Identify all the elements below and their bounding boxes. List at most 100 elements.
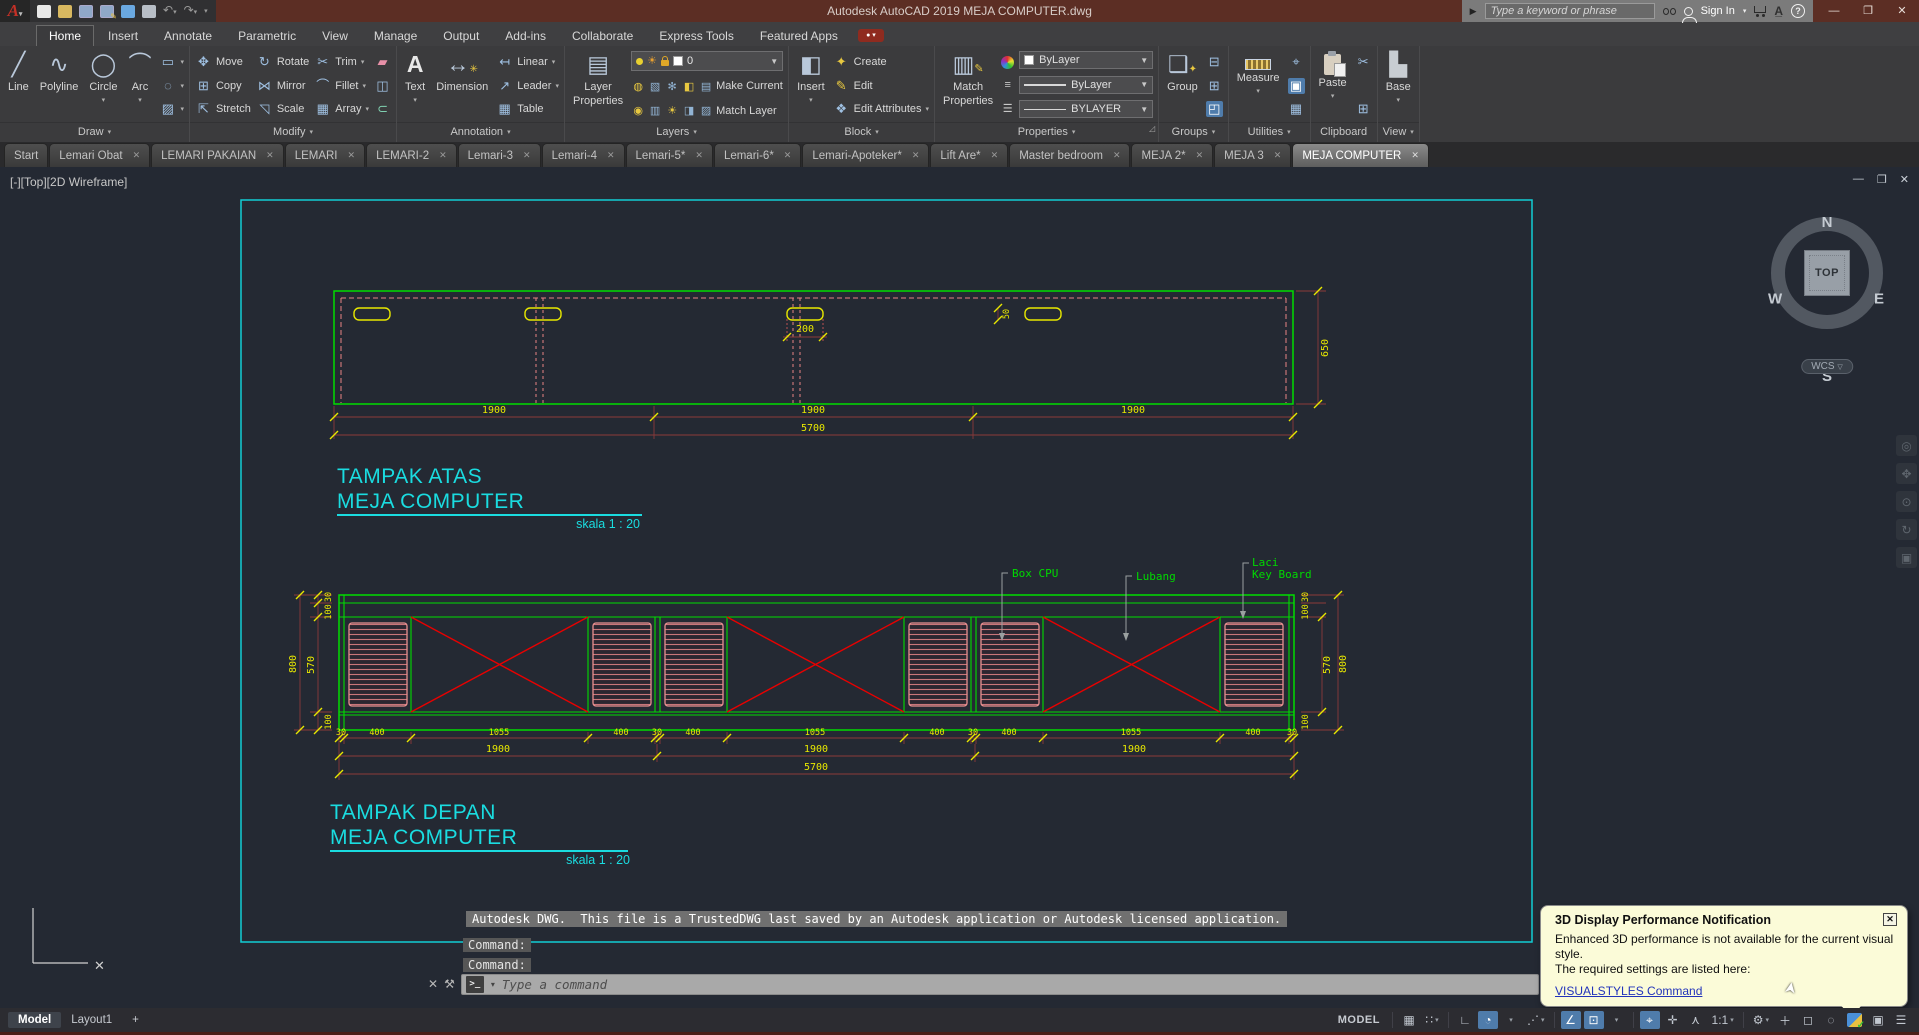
new-layout-button[interactable]: + xyxy=(122,1012,149,1028)
redo-icon[interactable]: ↷▾ xyxy=(184,0,198,24)
lineweight-dropdown[interactable]: ByLayer▼ xyxy=(1019,76,1153,94)
file-tab[interactable]: Lemari-6*✕ xyxy=(714,143,801,167)
file-tab[interactable]: Lemari Obat✕ xyxy=(49,143,150,167)
model-space[interactable]: 200 50 650 1900 1900 1900 5700 TAMPAK AT… xyxy=(0,167,1919,1008)
cut-button[interactable]: ✂ xyxy=(1355,51,1372,73)
ellipse-button[interactable]: ◌▾ xyxy=(159,75,184,97)
sign-in-button[interactable]: Sign In xyxy=(1701,5,1735,17)
file-tab[interactable]: Lemari-5*✕ xyxy=(626,143,713,167)
ribbon-tab-home[interactable]: Home xyxy=(36,25,94,46)
quick-calc-button[interactable]: ▦ xyxy=(1288,98,1305,120)
group-button[interactable]: ❑✦Group xyxy=(1164,49,1201,122)
viewport-controls[interactable]: [-][Top][2D Wireframe] xyxy=(10,175,127,189)
app-store-cart-icon[interactable] xyxy=(1754,6,1766,13)
ribbon-tab-addins[interactable]: Add-ins xyxy=(493,26,558,46)
layer-lock-icon[interactable]: ◧ xyxy=(682,80,696,93)
showmotion-icon[interactable]: ▣ xyxy=(1896,547,1917,568)
create-block-button[interactable]: ✦Create xyxy=(833,51,929,73)
mirror-button[interactable]: ⋈Mirror xyxy=(256,75,309,97)
layer-isolate-icon[interactable]: ▧ xyxy=(648,80,662,93)
layer-properties-button[interactable]: ▤LayerProperties xyxy=(570,49,626,122)
save-as-icon[interactable] xyxy=(100,5,114,18)
linear-button[interactable]: ↤Linear▾ xyxy=(496,51,559,73)
cable-slot[interactable] xyxy=(787,308,823,320)
louver-door[interactable] xyxy=(593,623,651,706)
layer-thaw-all-icon[interactable]: ☀ xyxy=(665,104,679,117)
grid-display-icon[interactable]: ▦ xyxy=(1399,1011,1419,1029)
rotate-button[interactable]: ↻Rotate xyxy=(256,51,309,73)
panel-label-draw[interactable]: Draw▾ xyxy=(0,122,189,142)
file-tab[interactable]: LEMARI✕ xyxy=(285,143,365,167)
ribbon-options-button[interactable]: ● ▾ xyxy=(858,29,884,42)
object-color-dropdown[interactable]: ByLayer▼ xyxy=(1019,51,1153,69)
close-tab-icon[interactable]: ✕ xyxy=(1113,150,1121,161)
circle-button[interactable]: ◯Circle▾ xyxy=(86,49,120,122)
louver-door[interactable] xyxy=(349,623,407,706)
ribbon-tab-output[interactable]: Output xyxy=(431,26,491,46)
top-view-geometry[interactable] xyxy=(334,291,1293,404)
command-close-icon[interactable]: ✕ xyxy=(428,977,438,991)
polyline-button[interactable]: ∿Polyline xyxy=(37,49,82,122)
restore-button[interactable]: ❐ xyxy=(1851,0,1885,22)
isometric-drafting-icon[interactable]: ⋰▾ xyxy=(1524,1011,1548,1029)
polar-caret-icon[interactable]: ▾ xyxy=(1501,1011,1521,1029)
close-tab-icon[interactable]: ✕ xyxy=(439,150,447,161)
sign-in-caret-icon[interactable]: ▾ xyxy=(1743,7,1747,15)
line-button[interactable]: ╱Line xyxy=(5,49,32,122)
wcs-dropdown[interactable]: WCS ▽ xyxy=(1801,359,1853,374)
ribbon-tab-manage[interactable]: Manage xyxy=(362,26,429,46)
quick-select-button[interactable]: ⌖ xyxy=(1288,51,1305,73)
ribbon-tab-view[interactable]: View xyxy=(310,26,360,46)
file-tab[interactable]: MEJA 3✕ xyxy=(1214,143,1291,167)
qat-customize-icon[interactable]: ▾ xyxy=(204,7,208,15)
layer-unisolate-icon[interactable]: ◉ xyxy=(631,104,645,117)
open-file-icon[interactable] xyxy=(58,5,72,18)
explode-button[interactable]: ◫ xyxy=(374,75,391,97)
close-tab-icon[interactable]: ✕ xyxy=(784,150,792,161)
erase-button[interactable]: ▰ xyxy=(374,51,391,73)
louver-door[interactable] xyxy=(1225,623,1283,706)
close-button[interactable]: ✕ xyxy=(1885,0,1919,22)
annotation-visibility-icon[interactable]: ⌖ xyxy=(1640,1011,1660,1029)
ribbon-tab-insert[interactable]: Insert xyxy=(96,26,150,46)
file-tab-start[interactable]: Start xyxy=(4,143,48,167)
measure-button[interactable]: Measure▾ xyxy=(1234,49,1283,122)
offset-button[interactable]: ⊂ xyxy=(374,98,391,120)
annotation-scale-button[interactable]: 1:1▾ xyxy=(1709,1011,1737,1029)
file-tab[interactable]: LEMARI-2✕ xyxy=(366,143,457,167)
base-button[interactable]: ▙Base▾ xyxy=(1383,49,1414,122)
paste-button[interactable]: Paste▾ xyxy=(1316,49,1350,122)
text-button[interactable]: AText▾ xyxy=(402,49,428,122)
layer-freeze-icon[interactable]: ✻ xyxy=(665,80,679,93)
quick-properties-icon[interactable]: ◻ xyxy=(1798,1011,1818,1029)
layer-walk-icon[interactable]: ▥ xyxy=(648,104,662,117)
doc-restore-icon[interactable]: ❐ xyxy=(1877,173,1887,186)
match-properties-button[interactable]: ▥✎MatchProperties xyxy=(940,49,996,122)
file-tab[interactable]: MEJA 2*✕ xyxy=(1131,143,1213,167)
cable-slot[interactable] xyxy=(354,308,390,320)
match-layer-button[interactable]: Match Layer xyxy=(716,105,777,117)
close-tab-icon[interactable]: ✕ xyxy=(991,150,999,161)
doc-close-icon[interactable]: ✕ xyxy=(1900,173,1909,186)
close-tab-icon[interactable]: ✕ xyxy=(607,150,615,161)
file-tab[interactable]: Lemari-Apoteker*✕ xyxy=(802,143,929,167)
compass-west[interactable]: W xyxy=(1768,291,1782,308)
panel-label-clipboard[interactable]: Clipboard xyxy=(1311,122,1377,142)
save-icon[interactable] xyxy=(79,5,93,18)
panel-label-layers[interactable]: Layers▾ xyxy=(565,122,788,142)
group-selection-button[interactable]: ◰ xyxy=(1206,98,1223,120)
close-tab-icon[interactable]: ✕ xyxy=(695,150,703,161)
autodesk-app-icon[interactable]: A̲ xyxy=(1774,4,1783,18)
polar-tracking-icon[interactable]: ◔ xyxy=(1478,1011,1498,1029)
autocad-logo[interactable]: A▾ xyxy=(0,0,30,22)
copy-button[interactable]: ⊞Copy xyxy=(195,75,251,97)
louver-door[interactable] xyxy=(909,623,967,706)
leader-button[interactable]: ↗Leader▾ xyxy=(496,75,559,97)
close-tab-icon[interactable]: ✕ xyxy=(348,150,356,161)
copy-clip-button[interactable]: ⊞ xyxy=(1355,98,1372,120)
minimize-button[interactable]: — xyxy=(1817,0,1851,22)
notification-close-icon[interactable]: ✕ xyxy=(1883,913,1897,926)
insert-button[interactable]: ◧Insert▾ xyxy=(794,49,828,122)
ribbon-tab-parametric[interactable]: Parametric xyxy=(226,26,308,46)
louver-door[interactable] xyxy=(981,623,1039,706)
